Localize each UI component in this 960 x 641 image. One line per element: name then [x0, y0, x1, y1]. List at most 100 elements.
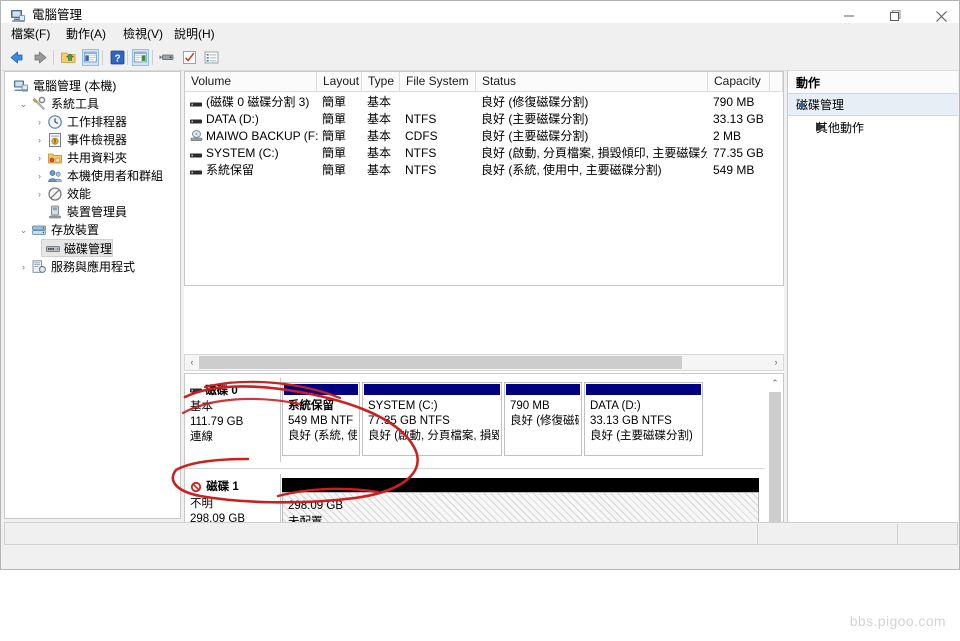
table-row[interactable]: (磁碟 0 磁碟分割 3) 簡單 基本 良好 (修復磁碟分割) 790 MB	[185, 94, 783, 111]
show-hide-action-pane-icon[interactable]	[132, 49, 149, 66]
disk-0-name: 磁碟 0	[205, 385, 238, 397]
partition-data-d[interactable]: DATA (D:) 33.13 GB NTFS 良好 (主要磁碟分割)	[584, 382, 703, 456]
column-header-capacity[interactable]: Capacity	[708, 72, 770, 91]
chevron-right-icon[interactable]: ›	[33, 185, 46, 203]
sidebar-item-label: 共用資料夾	[67, 151, 128, 165]
menu-help[interactable]: 說明(H)	[169, 26, 220, 43]
disk-management-pane: Volume Layout Type File System Status Ca…	[184, 71, 784, 541]
disk-row-0[interactable]: 磁碟 0 基本 111.79 GB 連線 系統保留 549 MB NTF 良好 …	[185, 378, 765, 462]
toolbar-separator-3	[127, 50, 128, 65]
cell-filesystem: NTFS	[405, 163, 437, 177]
status-bar-separator-2	[897, 524, 898, 545]
cell-type: 基本	[367, 146, 392, 160]
menu-bar: 檔案(F) 動作(A) 檢視(V) 說明(H)	[1, 23, 959, 45]
cell-volume: DATA (D:)	[206, 112, 259, 126]
cell-status: 良好 (主要磁碟分割)	[481, 112, 589, 126]
back-icon[interactable]	[8, 49, 25, 66]
actions-pane: 動作 磁碟管理 ▲ 其他動作 ▶	[787, 71, 958, 541]
cell-volume: 系統保留	[206, 163, 255, 177]
status-bar-separator-1	[757, 524, 758, 545]
scroll-left-icon[interactable]: ‹	[185, 355, 199, 370]
sidebar-item-label: 事件檢視器	[67, 133, 128, 147]
table-row[interactable]: DATA (D:) 簡單 基本 NTFS 良好 (主要磁碟分割) 33.13 G…	[185, 111, 783, 128]
partition-name: DATA (D:)	[590, 400, 641, 412]
column-header-status[interactable]: Status	[476, 72, 708, 91]
unallocated-size: 298.09 GB	[288, 500, 343, 512]
column-header-volume[interactable]: Volume	[185, 72, 317, 91]
disk-1-type: 不明	[190, 498, 213, 510]
menu-action[interactable]: 動作(A)	[61, 26, 111, 43]
cell-type: 基本	[367, 112, 392, 126]
table-row[interactable]: 系統保留 簡單 基本 NTFS 良好 (系統, 使用中, 主要磁碟分割) 549…	[185, 162, 783, 179]
cell-capacity: 790 MB	[713, 95, 755, 109]
chevron-right-icon[interactable]: ›	[33, 167, 46, 185]
svg-text:?: ?	[114, 54, 120, 65]
action-item-more-actions[interactable]: 其他動作 ▶	[788, 117, 958, 137]
rescan-disks-icon[interactable]	[158, 49, 175, 66]
volume-list-header: Volume Layout Type File System Status Ca…	[185, 72, 783, 92]
column-header-type[interactable]: Type	[362, 72, 400, 91]
cell-type: 基本	[367, 129, 392, 143]
shared-folders-icon	[47, 150, 63, 166]
list-view-icon[interactable]	[203, 49, 220, 66]
local-users-icon	[47, 168, 63, 184]
cell-filesystem: CDFS	[405, 129, 438, 143]
forward-icon[interactable]	[32, 49, 49, 66]
chevron-right-icon[interactable]: ▶	[816, 119, 949, 133]
up-folder-icon[interactable]	[60, 49, 77, 66]
computer-management-icon	[10, 8, 26, 24]
scroll-right-icon[interactable]: ›	[769, 355, 783, 370]
cell-status: 良好 (系統, 使用中, 主要磁碟分割)	[481, 163, 662, 177]
vscrollbar-thumb[interactable]	[769, 392, 781, 526]
scroll-up-icon[interactable]: ⌃	[769, 376, 781, 390]
menu-view[interactable]: 檢視(V)	[118, 26, 168, 43]
partition-size: 549 MB NTF	[288, 415, 354, 427]
disk-0-state: 連線	[190, 431, 213, 443]
unallocated-color-bar	[282, 478, 759, 492]
menu-file[interactable]: 檔案(F)	[6, 26, 55, 43]
chevron-down-icon[interactable]: ⌄	[17, 95, 30, 113]
chevron-right-icon[interactable]: ›	[33, 149, 46, 167]
cdrom-icon	[190, 130, 203, 142]
help-icon[interactable]: ?	[109, 49, 126, 66]
chevron-right-icon[interactable]: ›	[17, 258, 30, 276]
toolbar-separator-1	[53, 50, 54, 65]
table-row[interactable]: MAIWO BACKUP (F:) 簡單 基本 CDFS 良好 (主要磁碟分割)…	[185, 128, 783, 145]
event-viewer-icon	[47, 132, 63, 148]
task-scheduler-icon	[47, 114, 63, 130]
column-header-layout[interactable]: Layout	[317, 72, 362, 91]
table-row[interactable]: SYSTEM (C:) 簡單 基本 NTFS 良好 (啟動, 分頁檔案, 損毀傾…	[185, 145, 783, 162]
disk-0-info: 磁碟 0 基本 111.79 GB 連線	[185, 378, 281, 462]
column-header-extra[interactable]	[770, 72, 783, 91]
watermark: bbs.pigoo.com	[849, 613, 946, 629]
chevron-down-icon[interactable]: ⌄	[17, 221, 30, 239]
volume-icon	[190, 149, 202, 158]
partition-size: 33.13 GB NTFS	[590, 415, 672, 427]
chevron-up-icon[interactable]: ▲	[796, 96, 950, 110]
disk-1-name: 磁碟 1	[206, 481, 239, 493]
partition-system-c[interactable]: SYSTEM (C:) 77.35 GB NTFS 良好 (啟動, 分頁檔案, …	[362, 382, 502, 456]
cell-capacity: 33.13 GB	[713, 112, 764, 126]
cell-status: 良好 (主要磁碟分割)	[481, 129, 589, 143]
chevron-right-icon[interactable]: ›	[33, 113, 46, 131]
cell-type: 基本	[367, 95, 392, 109]
properties-icon[interactable]	[181, 49, 198, 66]
actions-pane-title: 動作	[796, 76, 821, 90]
partition-recovery[interactable]: 790 MB 良好 (修復磁碟	[504, 382, 582, 456]
cell-capacity: 2 MB	[713, 129, 742, 143]
sidebar-item-label: 裝置管理員	[67, 205, 128, 219]
column-header-filesystem[interactable]: File System	[400, 72, 476, 91]
graphical-view-vscrollbar[interactable]: ⌃ ⌄	[767, 374, 783, 541]
sidebar-item-label: 電腦管理 (本機)	[33, 79, 117, 93]
cell-layout: 簡單	[322, 95, 347, 109]
hscrollbar-thumb[interactable]	[199, 356, 682, 369]
show-hide-console-tree-icon[interactable]	[82, 49, 99, 66]
disk-0-partitions: 系統保留 549 MB NTF 良好 (系統, 使 SYSTEM (C:) 77…	[282, 378, 765, 462]
chevron-right-icon[interactable]: ›	[33, 131, 46, 149]
sidebar-item-label: 服務與應用程式	[51, 260, 136, 274]
volume-list-hscrollbar[interactable]: ‹ ›	[184, 354, 784, 371]
partition-system-reserved[interactable]: 系統保留 549 MB NTF 良好 (系統, 使	[282, 382, 360, 456]
sidebar-item-disk-management[interactable]: 磁碟管理	[41, 239, 113, 257]
actions-group-disk-management[interactable]: 磁碟管理 ▲	[788, 94, 958, 116]
partition-status: 良好 (修復磁碟	[510, 415, 579, 427]
